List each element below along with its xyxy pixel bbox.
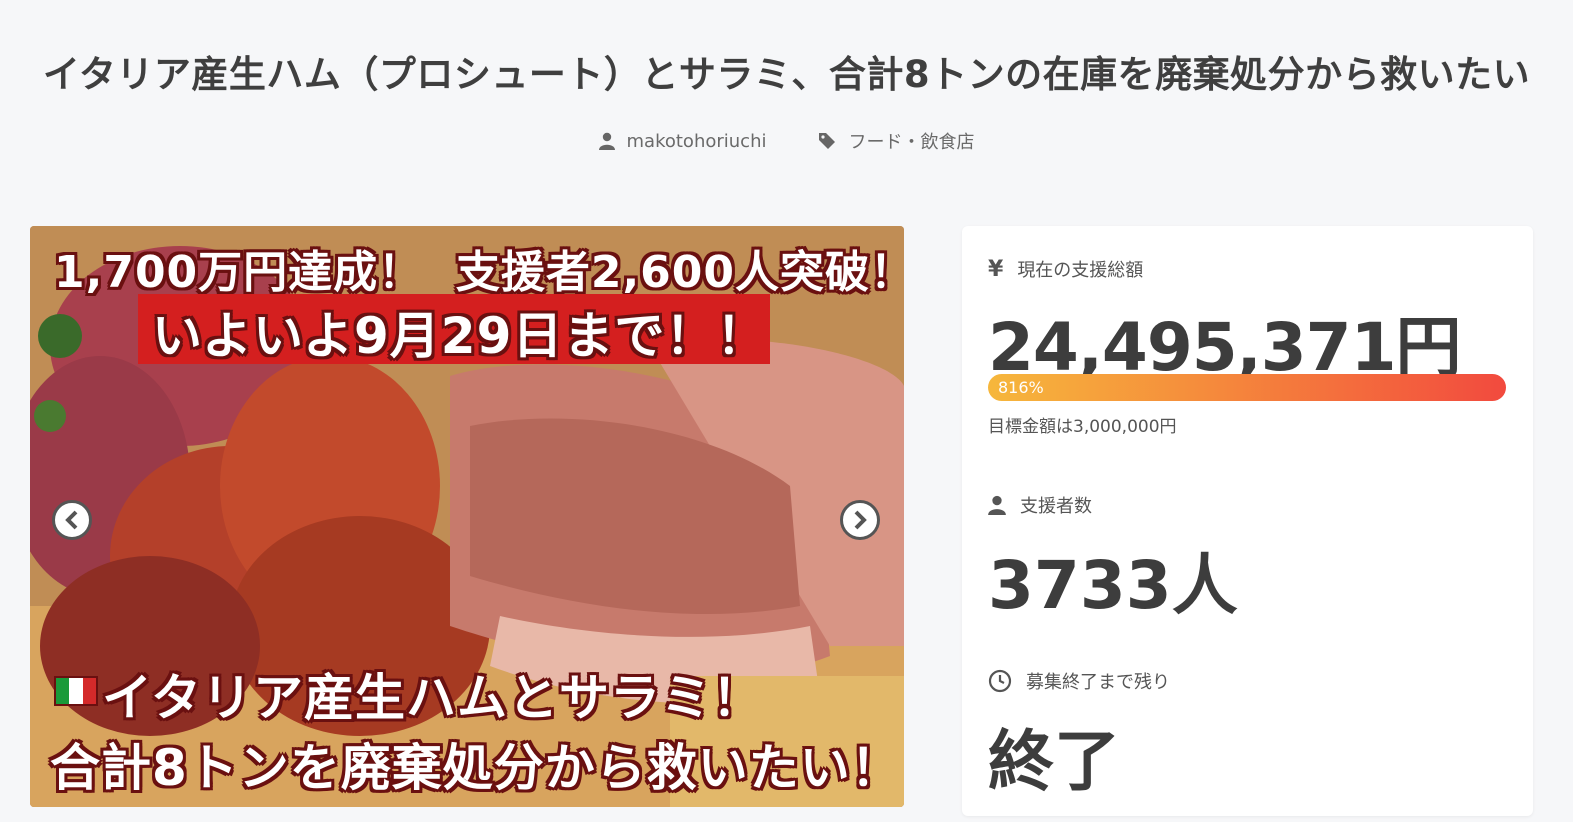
remaining-value: 終了 — [988, 723, 1120, 800]
author-name: makotohoriuchi — [626, 130, 767, 152]
hero-caption-red-text: いよいよ9月29日まで！！ — [152, 307, 768, 365]
remaining-label-row: 募集終了まで残り — [988, 668, 1170, 694]
chevron-right-icon — [854, 510, 867, 530]
goal-amount: 目標金額は3,000,000円 — [988, 417, 1177, 437]
tag-icon — [819, 133, 836, 149]
hero-caption-top-part2: 支援者2,600人突破！ — [455, 247, 904, 298]
slider-prev-button[interactable] — [52, 500, 92, 540]
chevron-left-icon — [65, 510, 78, 530]
progress-label: 816% — [998, 378, 1044, 397]
amount-label-row: ¥ 現在の支援総額 — [988, 256, 1143, 282]
remaining-label: 募集終了まで残り — [1026, 672, 1170, 693]
hero-caption-top-part1: 1,700万円達成！ — [54, 247, 424, 298]
backers-value: 3733人 — [988, 547, 1238, 624]
italy-flag-icon — [54, 676, 98, 706]
clock-icon — [988, 669, 1012, 693]
user-icon — [598, 132, 615, 150]
funding-stats-card: ¥ 現在の支援総額 24,495,371円 816% 目標金額は3,000,00… — [962, 226, 1533, 816]
author-link[interactable]: makotohoriuchi — [598, 128, 767, 154]
amount-label: 現在の支援総額 — [1017, 260, 1144, 281]
page-title: イタリア産生ハム（プロシュート）とサラミ、合計8トンの在庫を廃棄処分から救いたい — [42, 53, 1531, 96]
user-icon — [988, 495, 1006, 515]
category-link[interactable]: フード・飲食店 — [818, 128, 974, 154]
project-meta: makotohoriuchi フード・飲食店 — [0, 128, 1573, 154]
hero-caption-bottom-2: 合計8トンを廃棄処分から救いたい！ — [50, 739, 902, 797]
hero-image-slider[interactable]: 1,700万円達成！ 支援者2,600人突破！ いよいよ9月29日まで！！ イタ… — [30, 226, 904, 807]
progress-bar: 816% — [988, 374, 1506, 401]
slider-next-button[interactable] — [840, 500, 880, 540]
backers-label: 支援者数 — [1020, 496, 1092, 517]
category-name: フード・飲食店 — [848, 132, 975, 153]
backers-label-row: 支援者数 — [988, 492, 1092, 518]
yen-icon: ¥ — [988, 256, 1004, 282]
hero-caption-top: 1,700万円達成！ 支援者2,600人突破！ — [54, 236, 904, 300]
hero-caption-bottom-1: イタリア産生ハムとサラミ！ — [102, 669, 763, 727]
